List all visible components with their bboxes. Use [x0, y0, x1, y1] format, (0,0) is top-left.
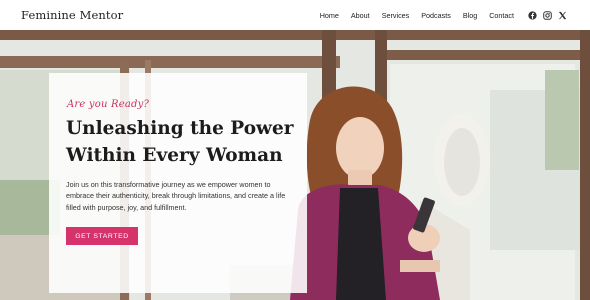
get-started-button[interactable]: GET STARTED	[66, 227, 138, 245]
nav-item-podcasts[interactable]: Podcasts	[421, 11, 451, 20]
hero-card: Are you Ready? Unleashing the Power With…	[49, 73, 307, 293]
x-icon[interactable]	[558, 11, 567, 20]
hero-title: Unleashing the Power Within Every Woman	[66, 115, 306, 169]
hero-title-line2: Within Every Woman	[66, 145, 283, 166]
nav-item-services[interactable]: Services	[382, 11, 410, 20]
main-nav: Home About Services Podcasts Blog Contac…	[320, 0, 567, 30]
nav-item-about[interactable]: About	[351, 11, 370, 20]
site-brand[interactable]: Feminine Mentor	[21, 8, 123, 22]
site-header: Feminine Mentor Home About Services Podc…	[0, 0, 590, 30]
hero-description: Join us on this transformative journey a…	[66, 180, 286, 212]
nav-item-home[interactable]: Home	[320, 11, 339, 20]
social-links	[528, 10, 567, 20]
nav-item-contact[interactable]: Contact	[489, 11, 514, 20]
nav-item-blog[interactable]: Blog	[463, 11, 477, 20]
facebook-icon[interactable]	[528, 10, 537, 20]
hero-eyebrow: Are you Ready?	[67, 99, 150, 110]
hero-section: Are you Ready? Unleashing the Power With…	[0, 30, 590, 300]
instagram-icon[interactable]	[543, 10, 552, 20]
hero-title-line1: Unleashing the Power	[66, 118, 294, 139]
